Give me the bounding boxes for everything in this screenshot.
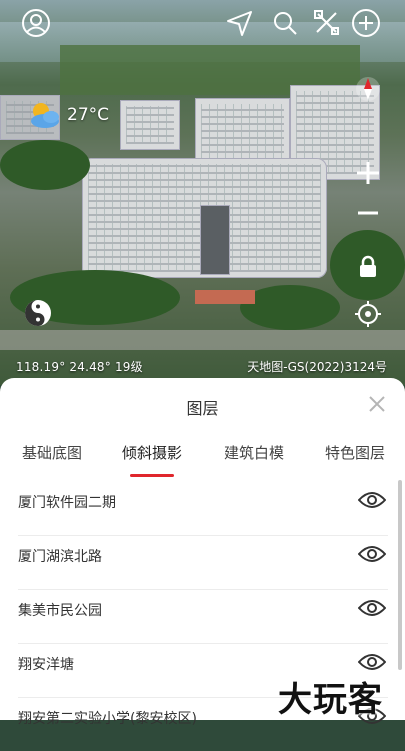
weather-widget: 27°C — [27, 100, 109, 130]
compass-icon[interactable] — [347, 68, 389, 110]
zoom-out-icon[interactable] — [347, 192, 389, 234]
active-tab-indicator — [130, 474, 174, 477]
eye-icon[interactable] — [358, 652, 386, 672]
close-icon[interactable] — [367, 394, 387, 414]
temperature-label: 27°C — [67, 105, 110, 125]
layer-tabs: 基础底图 倾斜摄影 建筑白模 特色图层 — [0, 442, 405, 482]
tab-building-white-model[interactable]: 建筑白模 — [209, 442, 299, 463]
map-copyright: 天地图-GS(2022)3124号 — [247, 360, 387, 374]
add-icon[interactable] — [349, 6, 383, 40]
navigation-arrow-icon[interactable] — [222, 6, 256, 40]
map-building-entrance — [200, 205, 230, 275]
layer-name: 翔安洋塘 — [18, 657, 74, 673]
layer-name: 厦门软件园二期 — [18, 495, 116, 511]
layer-name: 厦门湖滨北路 — [18, 549, 102, 565]
yin-yang-icon[interactable] — [24, 299, 52, 327]
map-trees — [0, 140, 90, 190]
watermark-logo: 大玩客 — [278, 680, 383, 720]
map-building — [120, 100, 180, 150]
tab-oblique-photography[interactable]: 倾斜摄影 — [107, 442, 197, 463]
eye-icon[interactable] — [358, 490, 386, 510]
lock-icon[interactable] — [347, 246, 389, 288]
list-item[interactable]: 厦门软件园二期 — [18, 482, 388, 536]
map-rooftop — [195, 290, 255, 304]
layer-panel: 图层 基础底图 倾斜摄影 建筑白模 特色图层 厦门软件园二期 厦门湖滨北路 集美… — [0, 378, 405, 727]
map-road — [0, 330, 405, 350]
measure-tools-icon[interactable] — [310, 6, 344, 40]
search-icon[interactable] — [268, 6, 302, 40]
layer-name: 集美市民公园 — [18, 603, 102, 619]
map-3d-view[interactable]: 27°C 118.19° 24.48° 19级 天地图-GS(2022)3124… — [0, 0, 405, 385]
eye-icon[interactable] — [358, 598, 386, 618]
list-item[interactable]: 厦门湖滨北路 — [18, 536, 388, 590]
list-item[interactable]: 集美市民公园 — [18, 590, 388, 644]
tab-feature-layers[interactable]: 特色图层 — [310, 442, 400, 463]
user-avatar-icon[interactable] — [19, 6, 53, 40]
panel-title: 图层 — [186, 399, 219, 418]
tab-basemap[interactable]: 基础底图 — [7, 442, 97, 463]
eye-icon[interactable] — [358, 544, 386, 564]
layer-name: 翔安第二实验小学(黎安校区) — [18, 711, 197, 727]
map-trees — [240, 285, 340, 330]
partly-cloudy-icon — [31, 103, 59, 128]
list-scrollbar[interactable] — [398, 480, 402, 670]
coordinates-readout: 118.19° 24.48° 19级 — [16, 360, 143, 374]
locate-icon[interactable] — [347, 293, 389, 335]
zoom-in-icon[interactable] — [347, 152, 389, 194]
